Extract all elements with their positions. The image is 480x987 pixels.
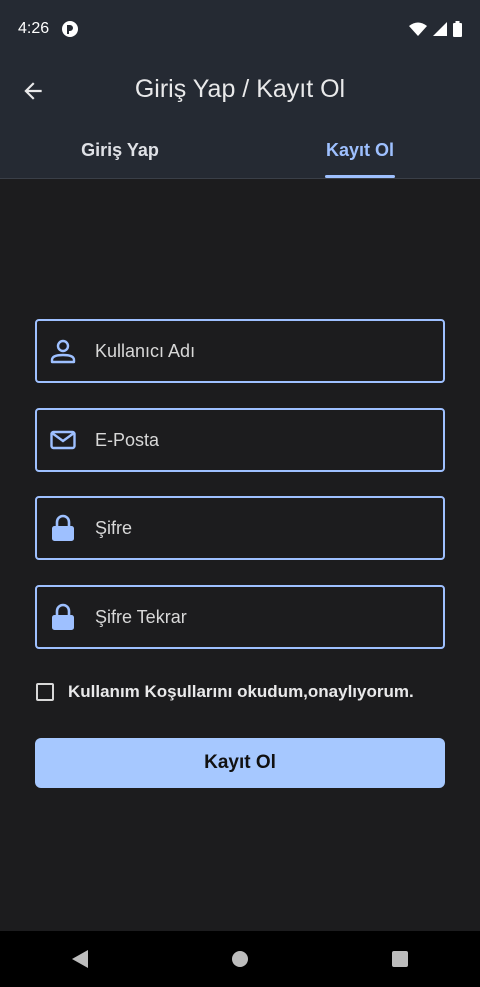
password-field[interactable] — [35, 496, 445, 560]
tab-register[interactable]: Kayıt Ol — [240, 122, 480, 178]
username-field[interactable] — [35, 319, 445, 383]
nav-recents-button[interactable] — [382, 941, 418, 977]
app-bar: Giriş Yap / Kayıt Ol — [0, 58, 480, 122]
tab-bar: Giriş Yap Kayıt Ol — [0, 122, 480, 179]
email-field[interactable] — [35, 408, 445, 472]
tab-login-label: Giriş Yap — [81, 140, 159, 160]
status-right — [409, 21, 462, 37]
password-input[interactable] — [93, 516, 397, 540]
tab-register-label: Kayıt Ol — [325, 140, 395, 160]
lock-icon — [52, 603, 74, 630]
nav-home-button[interactable] — [222, 941, 258, 977]
mail-icon — [50, 430, 76, 450]
lock-icon — [52, 514, 74, 541]
square-recents-icon — [392, 951, 408, 967]
system-nav-bar — [0, 931, 480, 987]
person-icon — [50, 339, 76, 364]
page-title: Giriş Yap / Kayıt Ol — [134, 75, 346, 103]
register-button-label: Kayıt Ol — [204, 752, 276, 773]
terms-checkbox[interactable] — [36, 683, 54, 701]
status-bar: 4:26 — [0, 0, 480, 58]
terms-row: Kullanım Koşullarını okudum,onaylıyorum. — [36, 682, 414, 702]
terms-label: Kullanım Koşullarını okudum,onaylıyorum. — [68, 682, 414, 701]
wifi-icon — [409, 22, 427, 36]
password-repeat-field[interactable] — [35, 585, 445, 649]
email-input[interactable] — [93, 428, 397, 452]
app-notification-icon — [62, 21, 79, 37]
tab-indicator — [325, 175, 395, 178]
nav-back-button[interactable] — [62, 941, 98, 977]
password-repeat-input[interactable] — [93, 605, 397, 629]
status-left: 4:26 — [18, 20, 79, 38]
cell-signal-icon — [433, 22, 447, 36]
username-input[interactable] — [93, 339, 397, 363]
triangle-back-icon — [72, 950, 88, 968]
register-button[interactable]: Kayıt Ol — [35, 738, 445, 788]
battery-icon — [453, 21, 462, 37]
status-time: 4:26 — [18, 20, 50, 37]
circle-home-icon — [232, 951, 248, 967]
tab-login[interactable]: Giriş Yap — [0, 122, 240, 178]
